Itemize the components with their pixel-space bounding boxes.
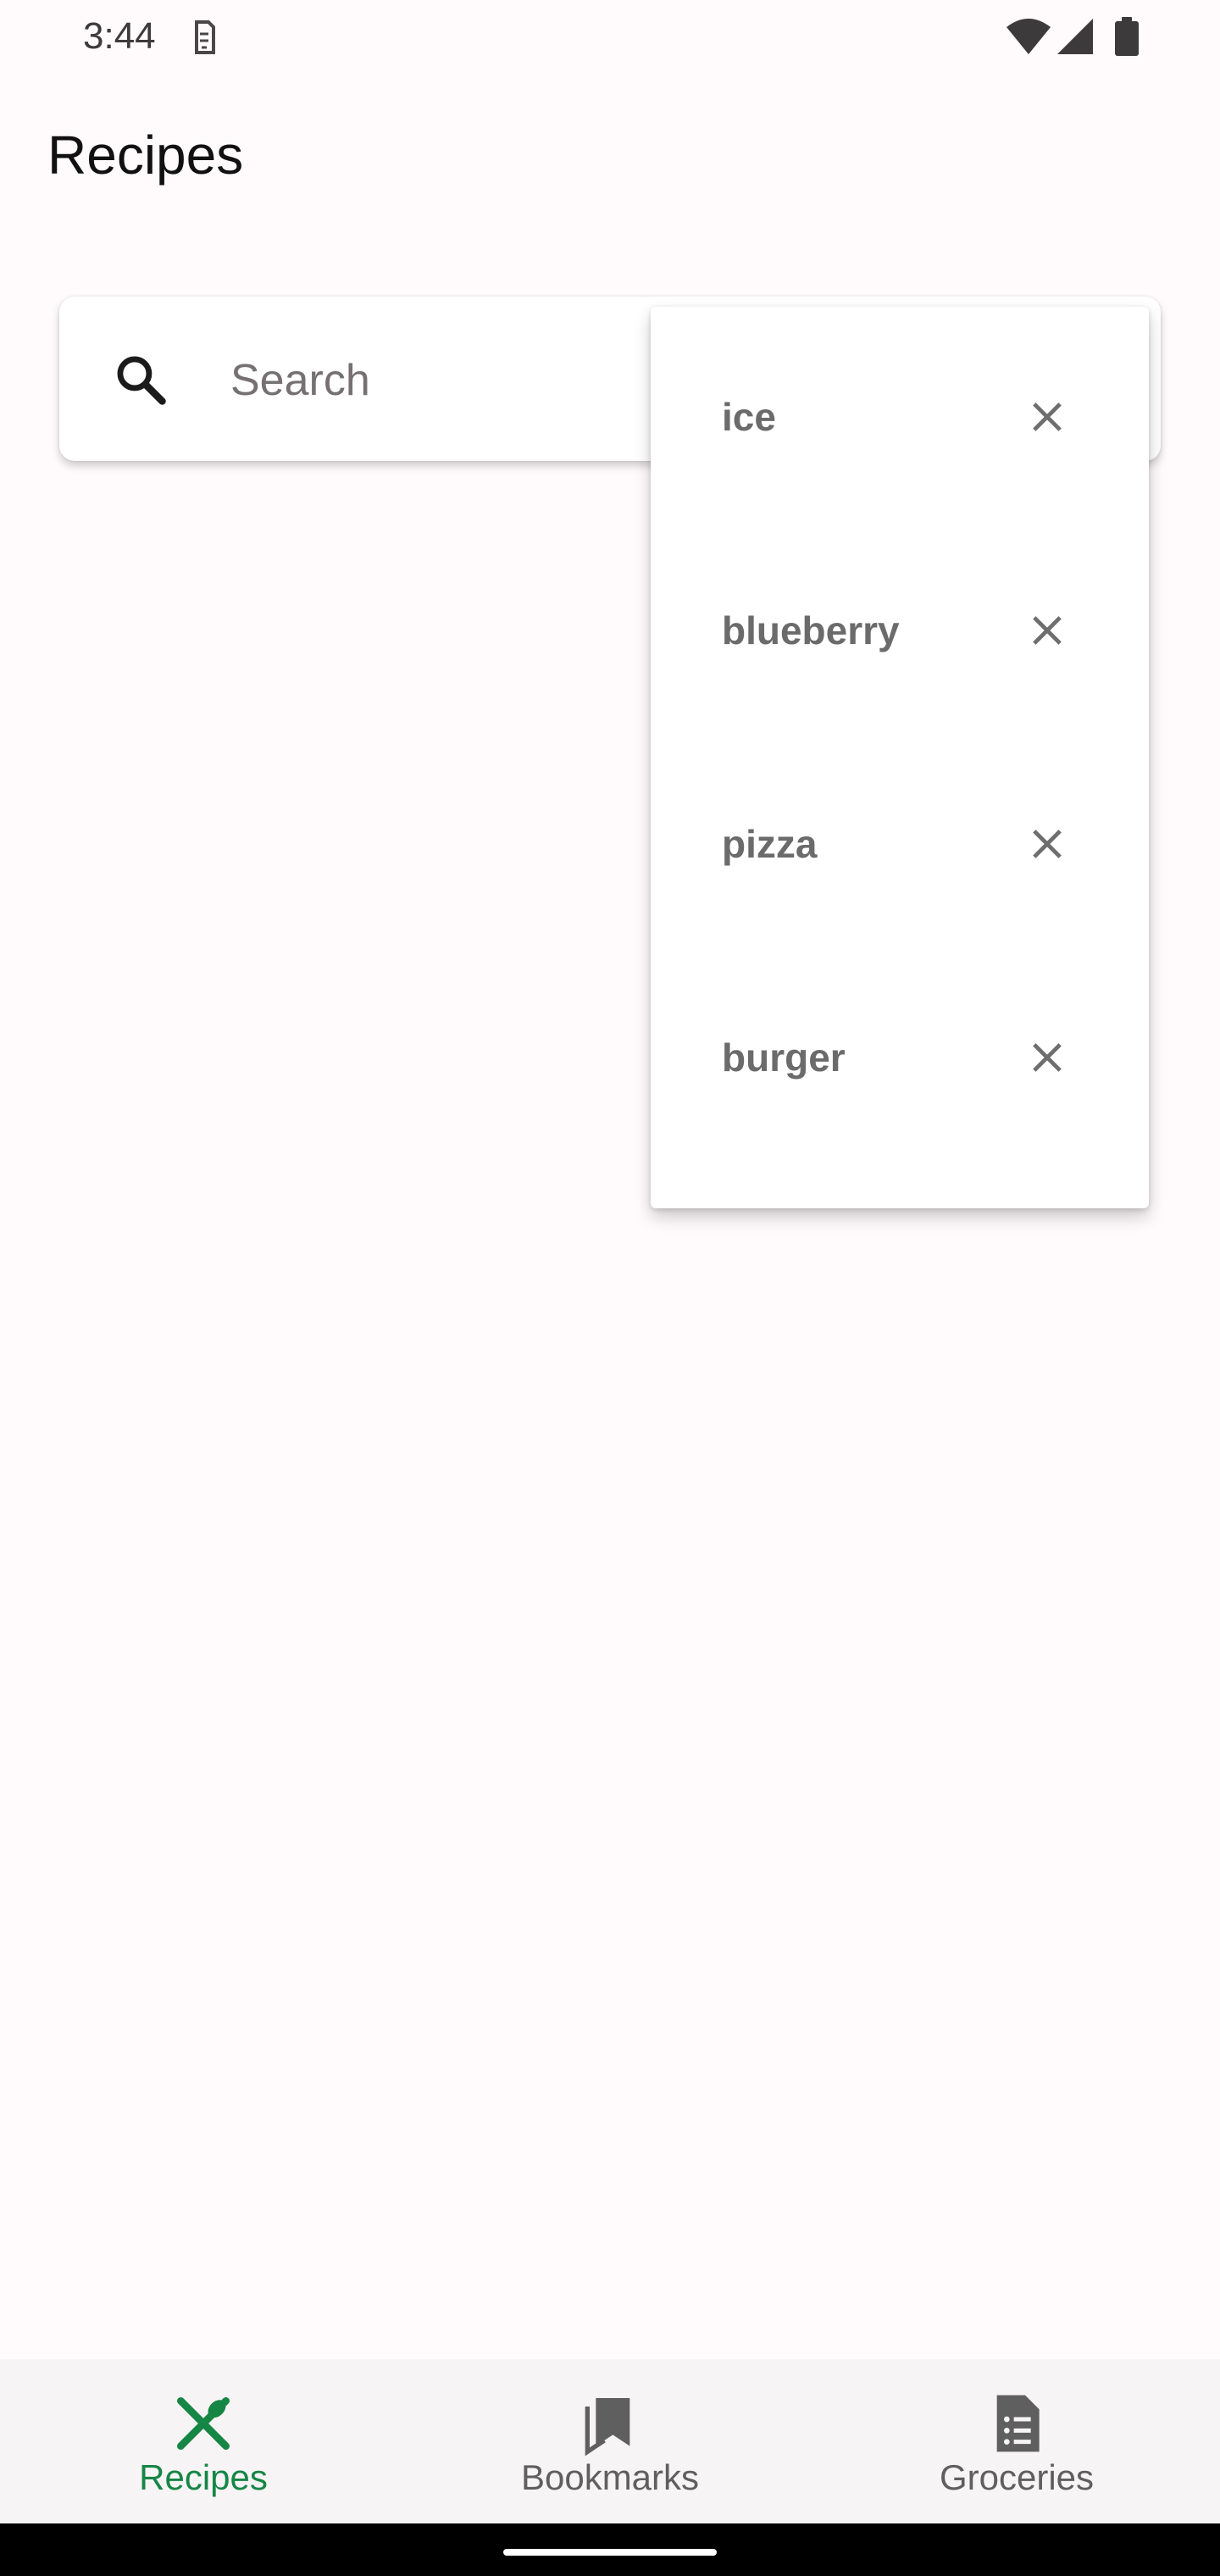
bottom-navigation: Recipes Bookmarks Groceries (0, 2359, 1220, 2523)
suggestion-item[interactable]: ice (651, 310, 1149, 524)
home-indicator[interactable] (503, 2549, 717, 2556)
remove-suggestion-button[interactable] (1006, 803, 1088, 885)
search-suggestions-dropdown: ice blueberry pizza burger (651, 307, 1149, 1208)
nav-item-bookmarks[interactable]: Bookmarks (407, 2359, 813, 2523)
nav-item-groceries[interactable]: Groceries (813, 2359, 1220, 2523)
search-input[interactable] (230, 342, 637, 419)
status-time: 3:44 (83, 15, 156, 57)
suggestion-label[interactable]: blueberry (722, 608, 900, 653)
remove-suggestion-button[interactable] (1006, 376, 1088, 458)
suggestion-label[interactable]: burger (722, 1035, 846, 1080)
remove-suggestion-button[interactable] (1006, 590, 1088, 671)
nav-label-groceries: Groceries (939, 2457, 1095, 2497)
suggestion-label[interactable]: pizza (722, 821, 817, 867)
sim-card-icon (195, 20, 215, 54)
groceries-list-icon (996, 2395, 1040, 2452)
page-title: Recipes (47, 125, 244, 186)
nav-item-recipes[interactable]: Recipes (0, 2359, 407, 2523)
restaurant-icon (177, 2397, 230, 2450)
suggestion-item[interactable]: pizza (651, 737, 1149, 951)
remove-suggestion-button[interactable] (1006, 1017, 1088, 1098)
nav-label-bookmarks: Bookmarks (520, 2457, 700, 2497)
signal-icon (1057, 19, 1093, 54)
close-icon (1033, 616, 1062, 645)
nav-label-recipes: Recipes (139, 2457, 268, 2497)
close-icon (1033, 830, 1062, 858)
suggestion-label[interactable]: ice (722, 394, 776, 440)
close-icon (1033, 1043, 1062, 1072)
close-icon (1033, 402, 1062, 431)
search-icon[interactable] (112, 351, 169, 408)
suggestion-item[interactable]: blueberry (651, 524, 1149, 737)
battery-icon (1115, 17, 1139, 56)
bookmarks-icon (585, 2398, 630, 2457)
wifi-icon (1006, 19, 1051, 54)
suggestion-item[interactable]: burger (651, 951, 1149, 1164)
status-bar: 3:44 (0, 0, 1220, 75)
